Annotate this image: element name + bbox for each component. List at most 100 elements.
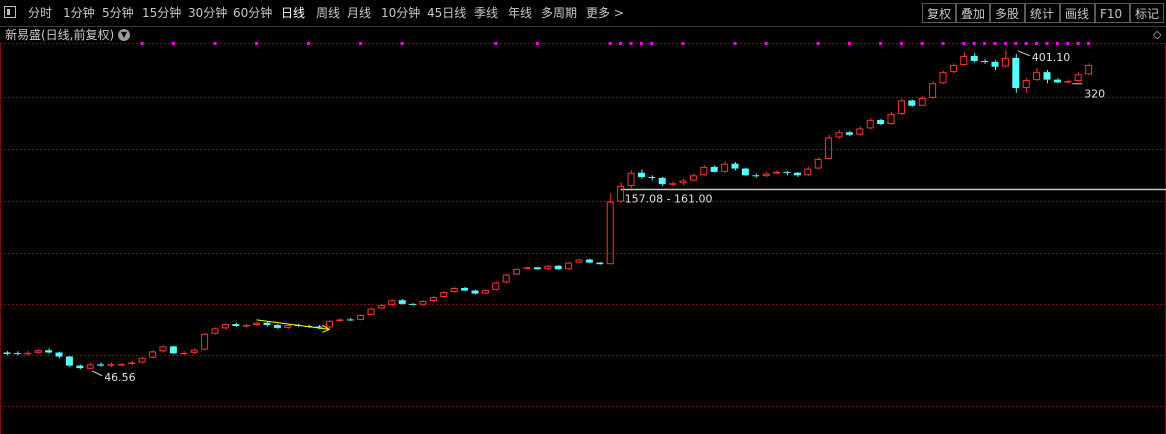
candle-75 (783, 171, 791, 176)
candle-body (34, 350, 42, 353)
candle-body (263, 322, 271, 326)
candle-61 (637, 169, 645, 179)
annotation-3: 157.08 - 161.00 (625, 193, 713, 206)
candle-71 (741, 167, 749, 177)
candle-37 (388, 299, 396, 306)
candle-66 (689, 173, 697, 182)
signal-marker-22 (941, 42, 945, 45)
candle-body (793, 172, 801, 176)
candle-body (409, 303, 417, 305)
signal-marker-23 (962, 42, 966, 45)
candle-body (97, 364, 105, 366)
candle-63 (658, 177, 666, 186)
candle-59 (617, 182, 625, 203)
candle-body (731, 163, 739, 169)
signal-marker-33 (1066, 42, 1070, 45)
candle-body (1043, 72, 1051, 80)
signal-marker-17 (816, 42, 820, 45)
candle-body (201, 333, 209, 350)
signal-marker-21 (920, 42, 924, 45)
candle-body (721, 163, 729, 172)
candle-body (658, 177, 666, 185)
signal-marker-5 (359, 42, 363, 45)
candle-body (377, 305, 385, 309)
candle-body (1064, 80, 1072, 83)
candle-body (429, 297, 437, 302)
signal-marker-19 (879, 42, 883, 45)
candle-17 (180, 351, 188, 355)
candle-body (76, 365, 84, 369)
candle-body (253, 322, 261, 326)
candle-body (367, 308, 375, 315)
candle-body (273, 325, 281, 328)
candle-76 (793, 171, 801, 178)
candle-4 (45, 348, 53, 354)
candle-body (1022, 80, 1030, 88)
candle-body (970, 55, 978, 61)
candle-48 (502, 273, 510, 284)
candle-body (513, 268, 521, 275)
candle-55 (575, 258, 583, 264)
candle-49 (513, 268, 521, 276)
annotation-pointer (91, 370, 103, 377)
annotation-label: 320 (1084, 87, 1105, 100)
candle-body (45, 350, 53, 353)
candle-body (450, 287, 458, 293)
annotation-label: 157.08 - 161.00 (625, 193, 713, 206)
candle-8 (86, 362, 94, 369)
signal-marker-7 (494, 42, 498, 45)
chart-grid (0, 43, 1166, 434)
signal-marker-24 (972, 42, 976, 45)
annotation-label: 46.56 (104, 371, 136, 384)
candle-body (783, 171, 791, 173)
candle-body (565, 262, 573, 270)
candle-body (138, 357, 146, 363)
candle-body (232, 324, 240, 326)
candle-body (336, 319, 344, 321)
candle-body (918, 97, 926, 106)
candle-68 (710, 165, 718, 173)
candle-86 (897, 98, 905, 116)
candlestick-chart[interactable]: 46.56 401.10 320 157.08 - 161.00 (0, 0, 1166, 434)
candle-body (1001, 57, 1009, 67)
candle-22 (232, 322, 240, 327)
candle-body (939, 72, 947, 84)
candle-body (929, 83, 937, 98)
candle-body (461, 287, 469, 291)
candle-body (471, 290, 479, 294)
candle-body (325, 320, 333, 328)
candle-body (1085, 65, 1093, 75)
signal-marker-25 (983, 42, 987, 45)
candle-60 (627, 170, 635, 188)
signal-marker-26 (993, 42, 997, 45)
candle-70 (731, 162, 739, 171)
signal-marker-0 (140, 42, 144, 45)
candle-body (856, 128, 864, 135)
candle-104 (1085, 63, 1093, 76)
candle-body (887, 114, 895, 125)
candle-15 (159, 345, 167, 353)
candle-body (752, 175, 760, 177)
candle-body (221, 324, 229, 329)
candle-body (648, 177, 656, 179)
candle-body (159, 346, 167, 352)
candle-23 (242, 324, 250, 328)
candle-body (24, 352, 32, 355)
candle-65 (679, 178, 687, 186)
candle-99 (1033, 67, 1041, 81)
candle-44 (461, 286, 469, 292)
candle-11 (117, 362, 125, 366)
candle-body (908, 100, 916, 106)
candle-24 (253, 321, 261, 327)
candle-83 (866, 118, 874, 130)
signal-marker-9 (608, 42, 612, 45)
candle-body (13, 353, 21, 355)
candle-body (981, 60, 989, 62)
signal-marker-35 (1087, 42, 1091, 45)
candle-50 (523, 266, 531, 270)
candle-14 (149, 350, 157, 359)
signal-marker-14 (681, 42, 685, 45)
candle-102 (1064, 79, 1072, 84)
candle-body (773, 171, 781, 174)
candle-78 (814, 157, 822, 170)
